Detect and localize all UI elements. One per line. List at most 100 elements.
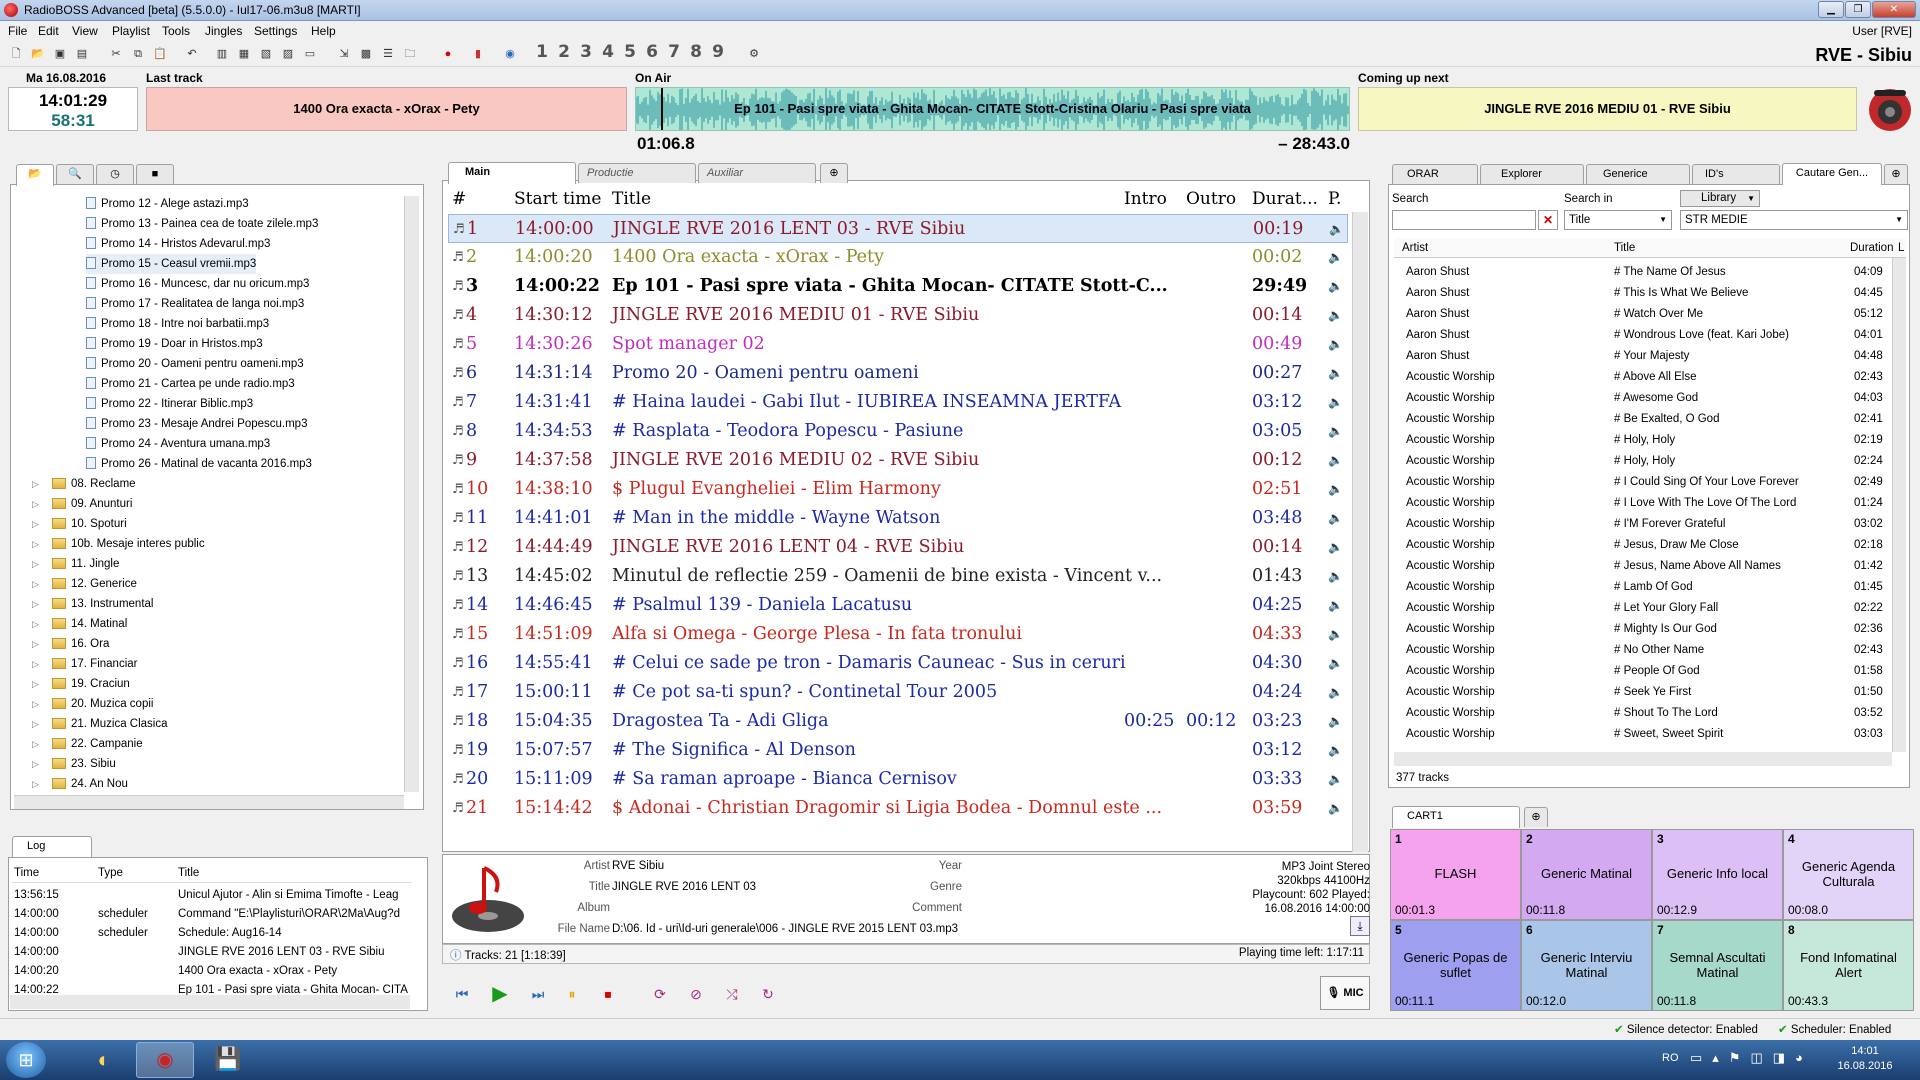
speaker-icon[interactable]: 🔈 bbox=[1328, 388, 1343, 417]
add-library-tab-icon[interactable]: ⊕ bbox=[1884, 164, 1908, 184]
playlist-row[interactable]: ♬ 13 14:45:02 Minutul de reflectie 259 - Oa… bbox=[448, 562, 1348, 591]
tree-file-item[interactable]: Promo 19 - Doar in Hristos.mp3 bbox=[86, 334, 263, 354]
log-col-title[interactable]: Title bbox=[178, 864, 199, 883]
library-row[interactable]: Acoustic Worship # No Other Name 02:43 bbox=[1396, 640, 1906, 661]
playlist-row[interactable]: ♬ 8 14:34:53 # Rasplata - Teodora Popescu -… bbox=[448, 417, 1348, 446]
tab-orar[interactable]: ORAR bbox=[1392, 164, 1478, 184]
hotkey-6-icon[interactable]: 6 bbox=[644, 44, 660, 61]
library-row[interactable]: Acoustic Worship # Holy, Holy 02:19 bbox=[1396, 430, 1906, 451]
tree-folder-item[interactable]: ▷ 14. Matinal bbox=[32, 614, 127, 634]
expand-icon[interactable]: ▷ bbox=[32, 694, 42, 714]
tree-folder-item[interactable]: ▷ 09. Anunturi bbox=[32, 494, 132, 514]
tree-file-item[interactable]: Promo 13 - Painea cea de toate zilele.mp… bbox=[86, 214, 318, 234]
library-row[interactable]: Acoustic Worship # Above All Else 02:43 bbox=[1396, 367, 1906, 388]
library-row[interactable]: Acoustic Worship # I'M Forever Grateful 03… bbox=[1396, 514, 1906, 535]
add-tab-icon[interactable]: ⊕ bbox=[820, 163, 848, 183]
log-row[interactable]: 14:00:00 JINGLE RVE 2016 LENT 03 - RVE Si… bbox=[12, 943, 412, 962]
library-row[interactable]: Acoustic Worship # Seek Ye First 01:50 bbox=[1396, 682, 1906, 703]
log-row[interactable]: 13:56:15 Unicul Ajutor - Alin si Emima Ti… bbox=[12, 886, 412, 905]
tree-folder-item[interactable]: ▷ 13. Instrumental bbox=[32, 594, 153, 614]
on-air-box[interactable]: Ep 101 - Pasi spre viata - Ghita Mocan- … bbox=[635, 87, 1350, 131]
col-start[interactable]: Start time bbox=[514, 189, 601, 209]
library-row[interactable]: Acoustic Worship # Awesome God 04:03 bbox=[1396, 388, 1906, 409]
speaker-icon[interactable]: 🔈 bbox=[1328, 736, 1343, 765]
expand-icon[interactable]: ▷ bbox=[32, 594, 42, 614]
stop-button[interactable]: ⏹ bbox=[594, 980, 622, 1008]
speaker-icon[interactable]: 🔈 bbox=[1328, 707, 1343, 736]
library-row[interactable]: Acoustic Worship # I Love With The Love O… bbox=[1396, 493, 1906, 514]
log-row[interactable]: 14:00:00 scheduler Command "E:\Playlisturi… bbox=[12, 905, 412, 924]
record-icon[interactable]: ● bbox=[440, 46, 456, 62]
stats-icon[interactable]: ▮ bbox=[470, 46, 486, 62]
next-button[interactable]: ⏭ bbox=[524, 980, 552, 1008]
tab-history[interactable]: ◷ bbox=[96, 164, 134, 184]
tree-file-item[interactable]: Promo 24 - Aventura umana.mp3 bbox=[86, 434, 270, 454]
hotkey-7-icon[interactable]: 7 bbox=[666, 44, 682, 61]
tray-icons[interactable]: ▭▴⚑◫◨◕ bbox=[1690, 1050, 1813, 1066]
last-track-box[interactable]: 1400 Ora exacta - xOrax - Pety bbox=[146, 87, 627, 131]
tab-main[interactable]: Main bbox=[448, 162, 576, 184]
menu-view[interactable]: View bbox=[72, 24, 98, 38]
library-hscrollbar[interactable] bbox=[1394, 752, 1892, 766]
expand-icon[interactable]: ▷ bbox=[32, 574, 42, 594]
library-row[interactable]: Acoustic Worship # Sweet, Sweet Spirit 03:… bbox=[1396, 724, 1906, 745]
speaker-icon[interactable]: 🔈 bbox=[1328, 620, 1343, 649]
gear-icon[interactable]: ⚙ bbox=[746, 46, 762, 62]
library-button[interactable]: Library ▼ bbox=[1680, 190, 1760, 207]
tree-file-item[interactable]: Promo 16 - Muncesc, dar nu oricum.mp3 bbox=[86, 274, 309, 294]
mic-button[interactable]: 🎙 MIC bbox=[1320, 976, 1370, 1010]
save-taskbar-icon[interactable]: 💾 bbox=[200, 1042, 256, 1078]
tree-file-item[interactable]: Promo 21 - Cartea pe unde radio.mp3 bbox=[86, 374, 295, 394]
library-row[interactable]: Aaron Shust # The Name Of Jesus 04:09 bbox=[1396, 262, 1906, 283]
cart-button-6[interactable]: 6 Generic Interviu Matinal 00:12.0 bbox=[1521, 920, 1652, 1011]
shuffle-button[interactable]: ⤮ bbox=[718, 980, 746, 1008]
tree-hscrollbar[interactable] bbox=[14, 795, 404, 809]
speaker-icon[interactable]: 🔈 bbox=[1328, 301, 1343, 330]
menu-playlist[interactable]: Playlist bbox=[112, 24, 150, 38]
library-row[interactable]: Acoustic Worship # Jesus, Draw Me Close 02… bbox=[1396, 535, 1906, 556]
tree-folder-item[interactable]: ▷ 17. Financiar bbox=[32, 654, 137, 674]
expand-icon[interactable]: ▷ bbox=[32, 614, 42, 634]
expand-icon[interactable]: ▷ bbox=[32, 554, 42, 574]
expand-icon[interactable]: ▷ bbox=[32, 734, 42, 754]
tree-folder-item[interactable]: ▷ 10. Spoturi bbox=[32, 514, 127, 534]
search-in-select[interactable]: Title ▼ bbox=[1564, 210, 1672, 230]
library-row[interactable]: Acoustic Worship # Let Your Glory Fall 02:… bbox=[1396, 598, 1906, 619]
library-row[interactable]: Acoustic Worship # I Could Sing Of Your L… bbox=[1396, 472, 1906, 493]
cart-button-1[interactable]: 1 FLASH 00:01.3 bbox=[1390, 829, 1521, 920]
undo-icon[interactable]: ↶ bbox=[184, 46, 200, 62]
speaker-icon[interactable]: 🔈 bbox=[1328, 446, 1343, 475]
speaker-icon[interactable]: 🔈 bbox=[1328, 794, 1343, 823]
new-icon[interactable]: 🗋 bbox=[8, 46, 24, 62]
expand-icon[interactable]: ▷ bbox=[32, 534, 42, 554]
play-button[interactable]: ▶ bbox=[486, 980, 514, 1008]
cart-button-2[interactable]: 2 Generic Matinal 00:11.8 bbox=[1521, 829, 1652, 920]
hotkey-9-icon[interactable]: 9 bbox=[710, 44, 726, 61]
tab-cart1[interactable]: CART1 bbox=[1392, 806, 1520, 828]
globe-icon[interactable]: ◉ bbox=[502, 46, 518, 62]
speaker-icon[interactable]: 🔈 bbox=[1328, 359, 1343, 388]
library-row[interactable]: Acoustic Worship # People Of God 01:58 bbox=[1396, 661, 1906, 682]
repeat-button[interactable]: ↻ bbox=[754, 980, 782, 1008]
playlist-row[interactable]: ♬ 3 14:00:22 Ep 101 - Pasi spre viata - Ghi… bbox=[448, 272, 1348, 301]
col-p[interactable]: P. bbox=[1328, 189, 1341, 209]
tree-file-item[interactable]: Promo 20 - Oameni pentru oameni.mp3 bbox=[86, 354, 304, 374]
scheduler-status[interactable]: ✔ Scheduler: Enabled bbox=[1778, 1022, 1891, 1036]
playlist-row[interactable]: ♬ 17 15:00:11 # Ce pot sa-ti spun? - Contin… bbox=[448, 678, 1348, 707]
expand-icon[interactable]: ▷ bbox=[32, 474, 42, 494]
tree-file-item[interactable]: Promo 22 - Itinerar Biblic.mp3 bbox=[86, 394, 253, 414]
tab-log[interactable]: Log bbox=[12, 836, 92, 858]
tree-folder-item[interactable]: ▷ 23. Sibiu bbox=[32, 754, 116, 774]
hotkey-8-icon[interactable]: 8 bbox=[688, 44, 704, 61]
previous-button[interactable]: ⏮ bbox=[448, 980, 476, 1008]
tray-clock[interactable]: 14:01 16.08.2016 bbox=[1820, 1044, 1910, 1074]
library-row[interactable]: Acoustic Worship # Be Exalted, O God 02:41 bbox=[1396, 409, 1906, 430]
speaker-icon[interactable]: 🔈 bbox=[1328, 504, 1343, 533]
tree-folder-item[interactable]: ▷ 20. Muzica copii bbox=[32, 694, 153, 714]
start-button[interactable]: ⊞ bbox=[6, 1042, 46, 1078]
playlist-row[interactable]: ♬ 20 15:11:09 # Sa raman aproape - Bianca C… bbox=[448, 765, 1348, 794]
library-row[interactable]: Acoustic Worship # Jesus, Name Above All … bbox=[1396, 556, 1906, 577]
menu-edit[interactable]: Edit bbox=[38, 24, 59, 38]
cart-button-7[interactable]: 7 Semnal Ascultati Matinal 00:11.8 bbox=[1652, 920, 1783, 1011]
speaker-icon[interactable]: 🔈 bbox=[1328, 562, 1343, 591]
